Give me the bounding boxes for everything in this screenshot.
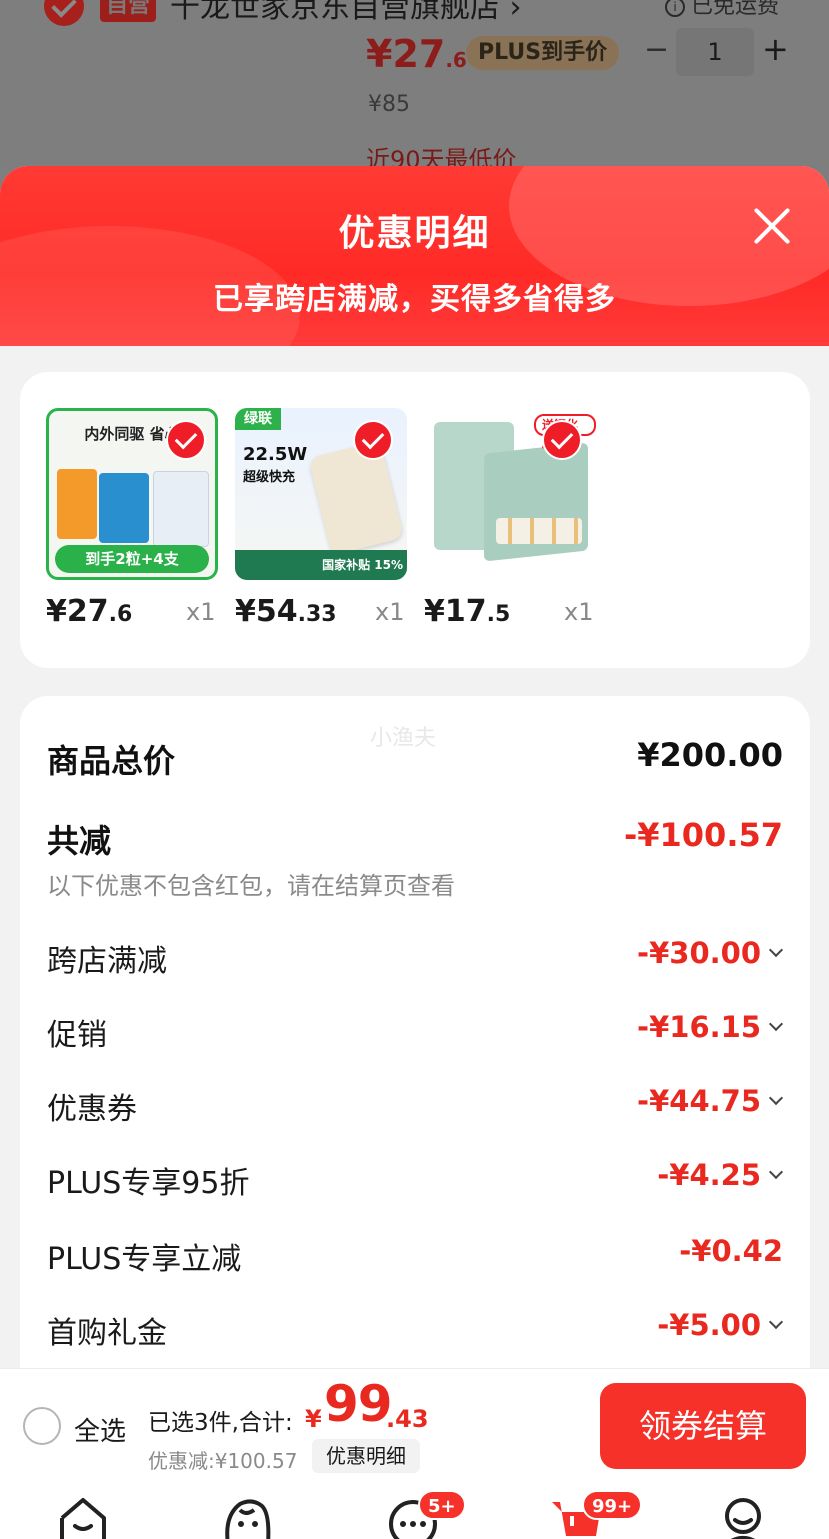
quantity-value: 1 [676, 28, 754, 76]
total-amount-decimal: .43 [386, 1405, 429, 1433]
sheet-subtitle: 已享跨店满减，买得多省得多 [213, 282, 616, 317]
profile-icon[interactable] [718, 1496, 768, 1539]
checkout-bar: 全选 已选3件,合计: ¥ 99 .43 优惠减:¥100.57 优惠明细 领券… [0, 1368, 829, 1480]
product-price: ¥17.5 [424, 594, 511, 629]
product-quantity: x1 [564, 598, 594, 626]
total-amount: 99 [324, 1375, 393, 1433]
reduction-note: 以下优惠不包含红包，请在结算页查看 [47, 872, 455, 900]
discount-row: PLUS专享立减 -¥0.42 [47, 1234, 783, 1277]
discount-breakdown-card: 小渔夫 商品总价 ¥200.00 共减 -¥100.57 以下优惠不包含红包，请… [20, 696, 810, 1396]
selected-check-icon [542, 420, 582, 460]
chevron-down-icon [768, 1314, 784, 1330]
selected-check-icon [166, 420, 206, 460]
total-price-value: ¥200.00 [637, 736, 783, 774]
saved-amount: 优惠减:¥100.57 [148, 1449, 298, 1473]
discount-detail-sheet: 优惠明细 已享跨店满减，买得多省得多 内外同驱 省心 到手2粒+4支 ¥27.6… [0, 166, 829, 1539]
chevron-down-icon [768, 1016, 784, 1032]
discount-detail-button[interactable]: 优惠明细 [312, 1439, 420, 1473]
quantity-plus-button: + [762, 30, 789, 68]
chevron-down-icon [768, 942, 784, 958]
total-reduction-row: 共减 -¥100.57 [47, 816, 783, 860]
total-reduction-label: 共减 [47, 822, 112, 860]
messages-icon[interactable]: 5+ [388, 1490, 466, 1539]
total-currency: ¥ [305, 1405, 322, 1433]
total-reduction-value: -¥100.57 [623, 816, 783, 854]
bottom-tab-bar: 5+ 99+ [0, 1480, 829, 1539]
selected-check-icon [353, 420, 393, 460]
cart-icon[interactable]: 99+ [552, 1490, 643, 1539]
discount-row[interactable]: 促销 -¥16.15 [47, 1010, 784, 1053]
total-price-label: 商品总价 [47, 742, 176, 780]
discount-row[interactable]: 首购礼金 -¥5.00 [47, 1308, 784, 1351]
select-all-radio[interactable] [23, 1407, 61, 1445]
cart-shop-check-icon [44, 0, 84, 26]
plus-price-badge: PLUS到手价 [466, 36, 620, 70]
messages-badge: 5+ [418, 1490, 466, 1520]
close-icon[interactable] [746, 200, 798, 252]
shop-name: 千龙世家京东自营旗舰店 › [170, 0, 522, 25]
selection-summary: 已选3件,合计: [148, 1410, 293, 1436]
info-icon: i [664, 0, 685, 17]
cart-item-price: ¥27.6 [366, 32, 467, 76]
quantity-minus-button: − [644, 32, 670, 67]
discount-row[interactable]: 优惠券 -¥44.75 [47, 1084, 784, 1127]
cart-badge: 99+ [582, 1490, 643, 1520]
sheet-title: 优惠明细 [338, 213, 491, 254]
discover-icon[interactable] [222, 1496, 272, 1539]
chevron-down-icon [768, 1164, 784, 1180]
shipping-status: i 已免运费 [664, 0, 779, 20]
product-price: ¥54.33 [235, 594, 337, 629]
checkout-button[interactable]: 领券结算 [600, 1383, 806, 1469]
original-price: ¥85 [368, 92, 410, 117]
discount-row[interactable]: 跨店满减 -¥30.00 [47, 936, 784, 979]
product-quantity: x1 [375, 598, 405, 626]
product-price: ¥27.6 [46, 594, 133, 629]
selected-products-card: 内外同驱 省心 到手2粒+4支 ¥27.6 x1 绿联 22.5W 超级快充 国… [20, 372, 810, 668]
home-icon[interactable] [58, 1496, 108, 1539]
select-all-label[interactable]: 全选 [74, 1411, 126, 1448]
discount-row[interactable]: PLUS专享95折 -¥4.25 [47, 1158, 784, 1201]
sheet-header: 优惠明细 已享跨店满减，买得多省得多 [0, 166, 829, 346]
total-price-row: 商品总价 ¥200.00 [47, 736, 783, 780]
product-quantity: x1 [186, 598, 216, 626]
chevron-down-icon [768, 1090, 784, 1106]
self-operated-tag: 自营 [100, 0, 157, 22]
